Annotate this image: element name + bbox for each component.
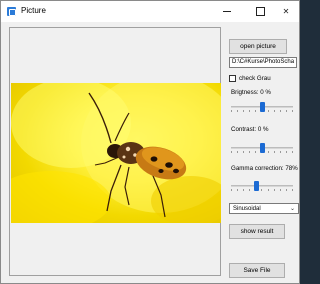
save-file-button[interactable]: Save File bbox=[229, 263, 285, 278]
beetle-photo bbox=[11, 83, 221, 223]
contrast-slider-thumb[interactable] bbox=[260, 143, 265, 153]
picture-window: Picture ✕ open picture D:\C#Kurse\PhotoS… bbox=[0, 0, 300, 284]
open-picture-button[interactable]: open picture bbox=[229, 39, 287, 54]
chevron-down-icon[interactable]: ⌄ bbox=[290, 205, 295, 212]
file-path-field[interactable]: D:\C#Kurse\PhotoScha bbox=[229, 57, 297, 68]
filter-select-value: Sinusoidal bbox=[233, 205, 261, 212]
show-result-button[interactable]: show result bbox=[229, 224, 285, 239]
brightness-label: Brigtness: 0 % bbox=[231, 89, 271, 96]
gamma-slider[interactable] bbox=[231, 181, 293, 191]
gamma-slider-thumb[interactable] bbox=[253, 181, 259, 191]
grey-checkbox-row[interactable]: check Grau bbox=[229, 74, 271, 83]
brightness-slider-thumb[interactable] bbox=[260, 102, 265, 112]
beetle-on-flower-image bbox=[11, 83, 221, 223]
grey-checkbox[interactable] bbox=[229, 75, 236, 82]
picture-box bbox=[9, 27, 221, 276]
contrast-slider[interactable] bbox=[231, 143, 293, 153]
brightness-slider[interactable] bbox=[231, 102, 293, 112]
gamma-label: Gamma correction: 78% bbox=[231, 165, 298, 172]
picture-app-icon bbox=[7, 7, 16, 16]
filter-select[interactable]: Sinusoidal ⌄ bbox=[229, 203, 299, 214]
title-bar[interactable]: Picture bbox=[1, 1, 299, 22]
window-title: Picture bbox=[21, 6, 46, 15]
minimize-icon[interactable] bbox=[212, 1, 242, 22]
close-icon[interactable] bbox=[271, 1, 299, 22]
grey-checkbox-label: check Grau bbox=[239, 75, 271, 82]
contrast-label: Contrast: 0 % bbox=[231, 126, 269, 133]
